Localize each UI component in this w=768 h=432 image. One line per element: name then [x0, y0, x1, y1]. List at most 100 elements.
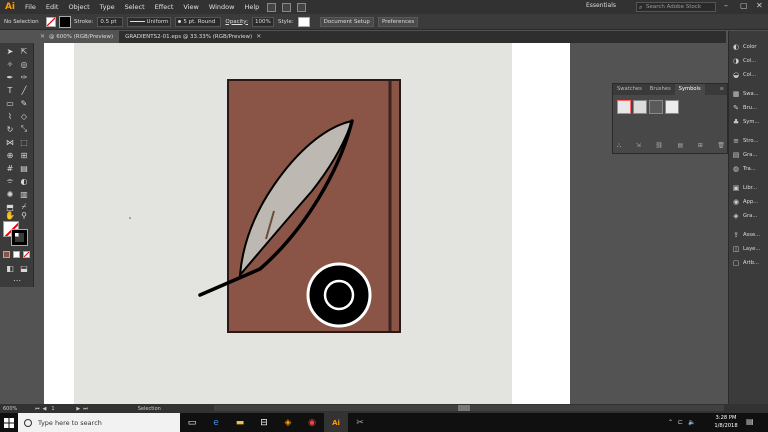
- scale-tool-icon[interactable]: ⤡: [18, 123, 30, 135]
- symbol-libraries-icon[interactable]: ⛬: [617, 142, 621, 150]
- dock-symbols[interactable]: ♣ Sym...: [732, 116, 760, 128]
- delete-symbol-icon[interactable]: 🗑: [717, 142, 725, 150]
- maximize-icon[interactable]: ▢: [740, 1, 748, 10]
- preferences-button[interactable]: Preferences: [377, 16, 419, 27]
- illustrator-taskbar-icon[interactable]: Ai: [324, 413, 348, 432]
- menu-select[interactable]: Select: [120, 0, 150, 14]
- brush-definition[interactable]: 5 pt. Round: [175, 16, 222, 27]
- eraser-tool-icon[interactable]: ◇: [18, 110, 30, 122]
- zoom-tool-icon[interactable]: ⚲: [18, 209, 30, 221]
- sublime-icon[interactable]: ◈: [276, 413, 300, 432]
- pen-tool-icon[interactable]: ✒: [4, 71, 16, 83]
- zoom-level[interactable]: 600%: [3, 406, 23, 412]
- bridge-button[interactable]: [267, 2, 277, 12]
- rectangle-tool-icon[interactable]: ▭: [4, 97, 16, 109]
- lasso-tool-icon[interactable]: ◎: [18, 58, 30, 70]
- document-setup-button[interactable]: Document Setup: [319, 16, 374, 27]
- menu-type[interactable]: Type: [95, 0, 120, 14]
- dock-swatches[interactable]: ▦ Swa...: [732, 88, 759, 100]
- eyedropper-tool-icon[interactable]: ⌯: [4, 175, 16, 187]
- rotate-tool-icon[interactable]: ↻: [4, 123, 16, 135]
- shaper-tool-icon[interactable]: ⌇: [4, 110, 16, 122]
- graphic-style-swatch[interactable]: [297, 16, 310, 27]
- chrome-icon[interactable]: ◉: [300, 413, 324, 432]
- menu-file[interactable]: File: [20, 0, 41, 14]
- dock-color-themes[interactable]: ◒ Col...: [732, 69, 756, 81]
- line-tool-icon[interactable]: ╱: [18, 84, 30, 96]
- perspective-grid-tool-icon[interactable]: ⊞: [18, 149, 30, 161]
- none-mode-icon[interactable]: [23, 251, 30, 258]
- close-icon[interactable]: ✕: [756, 1, 763, 10]
- dock-color[interactable]: ◐ Color: [732, 41, 757, 53]
- tab-close-icon[interactable]: ✕: [40, 31, 45, 43]
- symbol-thumb[interactable]: [665, 100, 679, 114]
- dock-transparency[interactable]: ◍ Tra...: [732, 163, 756, 175]
- opacity-field[interactable]: 100%: [252, 16, 274, 27]
- symbol-sprayer-tool-icon[interactable]: ✺: [4, 188, 16, 200]
- ink-bottle[interactable]: [306, 262, 372, 328]
- gradient-tool-icon[interactable]: ▤: [18, 162, 30, 174]
- break-link-icon[interactable]: ⛓: [655, 142, 663, 150]
- fill-stroke-widget[interactable]: [3, 221, 31, 247]
- volume-icon[interactable]: 🔈: [688, 419, 695, 426]
- opacity-label[interactable]: Opacity:: [225, 19, 248, 25]
- mesh-tool-icon[interactable]: #: [4, 162, 16, 174]
- tab-close-icon[interactable]: ✕: [256, 31, 261, 43]
- panel-menu-icon[interactable]: ≡: [720, 84, 727, 95]
- next-artboard-icon[interactable]: ▶: [76, 406, 80, 412]
- color-mode-icon[interactable]: [3, 251, 10, 258]
- column-graph-tool-icon[interactable]: ▥: [18, 188, 30, 200]
- stroke-color-box[interactable]: [11, 229, 28, 246]
- doc-tab-active[interactable]: ✕ @ 600% (RGB/Preview): [34, 31, 120, 43]
- stroke-weight-field[interactable]: 0.5 pt: [97, 16, 124, 27]
- dock-gradient[interactable]: ▤ Gra...: [732, 149, 758, 161]
- dock-stroke[interactable]: ≡ Stro...: [732, 135, 758, 147]
- first-artboard-icon[interactable]: ⏮: [35, 406, 40, 412]
- start-button[interactable]: [0, 413, 18, 432]
- tab-brushes[interactable]: Brushes: [646, 84, 675, 95]
- screen-mode-icon[interactable]: ⬓: [18, 262, 30, 274]
- dock-layers[interactable]: ◫ Laye...: [732, 243, 761, 255]
- workspace-switcher[interactable]: Essentials: [586, 2, 616, 9]
- symbol-thumb[interactable]: [617, 100, 631, 114]
- fill-swatch[interactable]: [46, 16, 56, 27]
- file-explorer-icon[interactable]: ▬: [228, 413, 252, 432]
- taskbar-search-input[interactable]: Type here to search: [18, 413, 180, 432]
- blend-tool-icon[interactable]: ◐: [18, 175, 30, 187]
- variable-width-profile[interactable]: Uniform: [127, 16, 172, 27]
- dock-color-guide[interactable]: ◑ Col...: [732, 55, 756, 67]
- menu-effect[interactable]: Effect: [150, 0, 179, 14]
- stroke-swatch[interactable]: [59, 15, 71, 28]
- doc-tab-gradients[interactable]: GRADIENTS2-01.eps @ 33.33% (RGB/Preview)…: [119, 31, 267, 43]
- place-symbol-icon[interactable]: ⇲: [636, 142, 641, 150]
- current-tool-status[interactable]: Selection: [138, 406, 161, 412]
- hand-tool-icon[interactable]: ✋: [4, 209, 16, 221]
- last-artboard-icon[interactable]: ⏭: [83, 406, 88, 412]
- free-transform-tool-icon[interactable]: ⬚: [18, 136, 30, 148]
- dock-artboards[interactable]: ▢ Artb...: [732, 257, 759, 269]
- minimize-icon[interactable]: –: [724, 1, 728, 10]
- store-icon[interactable]: ⊟: [252, 413, 276, 432]
- scrollbar-thumb[interactable]: [458, 405, 470, 411]
- shape-builder-tool-icon[interactable]: ⊕: [4, 149, 16, 161]
- dock-graphic-styles[interactable]: ◈ Gra...: [732, 210, 757, 222]
- selection-tool-icon[interactable]: ➤: [4, 45, 16, 57]
- artboard-number[interactable]: 1: [51, 406, 73, 412]
- edit-toolbar-icon[interactable]: ⋯: [11, 274, 23, 286]
- menu-object[interactable]: Object: [63, 0, 94, 14]
- tab-symbols[interactable]: Symbols: [674, 84, 705, 95]
- menu-window[interactable]: Window: [204, 0, 240, 14]
- magic-wand-tool-icon[interactable]: ✧: [4, 58, 16, 70]
- tab-swatches[interactable]: Swatches: [613, 84, 646, 95]
- dock-libraries[interactable]: ▣ Libr...: [732, 182, 758, 194]
- notifications-icon[interactable]: ▤: [746, 417, 754, 426]
- curvature-tool-icon[interactable]: ✑: [18, 71, 30, 83]
- width-tool-icon[interactable]: ⋈: [4, 136, 16, 148]
- dock-brushes[interactable]: ✎ Bru...: [732, 102, 757, 114]
- menu-view[interactable]: View: [178, 0, 203, 14]
- edge-icon[interactable]: e: [204, 413, 228, 432]
- direct-selection-tool-icon[interactable]: ⇱: [18, 45, 30, 57]
- paintbrush-tool-icon[interactable]: ✎: [18, 97, 30, 109]
- task-view-icon[interactable]: ▭: [180, 413, 204, 432]
- tray-chevron-icon[interactable]: ⌃: [668, 419, 673, 426]
